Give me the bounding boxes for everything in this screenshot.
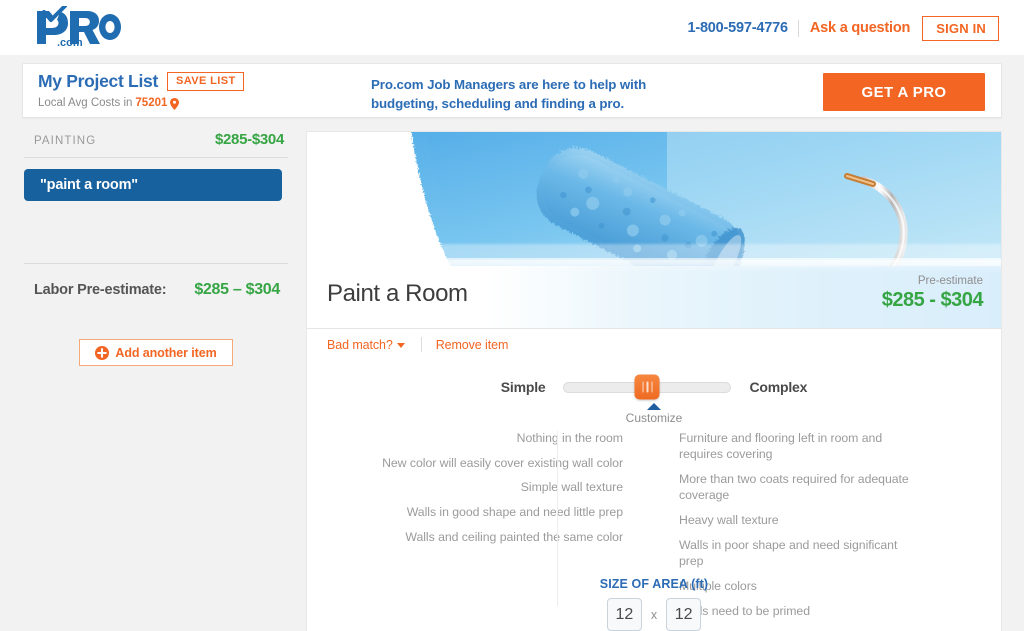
sidebar-item-paint-a-room[interactable]: "paint a room" [24, 169, 282, 201]
project-list-info: My Project List SAVE LIST Local Avg Cost… [38, 71, 244, 110]
complexity-slider-handle[interactable] [634, 374, 660, 400]
labor-pre-estimate-price: $285 – $304 [194, 281, 280, 298]
project-list-title: My Project List [38, 71, 158, 91]
action-divider [420, 337, 422, 352]
local-costs-note: Local Avg Costs in 75201 [38, 97, 244, 110]
save-list-button[interactable]: SAVE LIST [166, 72, 244, 91]
promo-line-2: budgeting, scheduling and finding a pro. [371, 95, 625, 111]
list-item: Heavy wall texture [679, 512, 779, 527]
bad-match-label: Bad match? [327, 337, 393, 352]
get-a-pro-button[interactable]: GET A PRO [823, 73, 985, 111]
grip-line-icon [651, 381, 653, 393]
grip-line-icon [642, 381, 644, 393]
local-costs-prefix: Local Avg Costs in [38, 97, 133, 109]
labor-pre-estimate-row: Labor Pre-estimate: $285 – $304 [22, 264, 290, 299]
plus-circle-icon [95, 345, 110, 360]
remove-item-button[interactable]: Remove item [436, 338, 509, 352]
phone-number[interactable]: 1-800-597-4776 [687, 20, 797, 36]
list-item: Simple wall texture [520, 480, 623, 495]
list-item: More than two coats required for adequat… [679, 471, 909, 502]
list-item: Nothing in the room [516, 431, 623, 445]
add-another-item-label: Add another item [115, 345, 217, 360]
pre-estimate-block: Pre-estimate $285 - $304 [881, 275, 984, 312]
caret-up-icon [647, 403, 661, 410]
project-list-bar: My Project List SAVE LIST Local Avg Cost… [22, 63, 1002, 118]
slider-label-simple: Simple [500, 379, 546, 395]
header-actions: 1-800-597-4776 Ask a question SIGN IN [687, 15, 999, 41]
area-width-input[interactable] [606, 598, 642, 631]
labor-pre-estimate-label: Labor Pre-estimate: [34, 282, 167, 298]
item-title-bar: Paint a Room Pre-estimate $285 - $304 [307, 260, 1001, 328]
customize-indicator[interactable]: Customize [307, 403, 1001, 429]
size-of-area-label: SIZE OF AREA (ft) [599, 577, 709, 591]
area-height-input[interactable] [666, 598, 702, 631]
sidebar-category-price: $285-$304 [214, 131, 284, 148]
sidebar-category-row: PAINTING $285-$304 [22, 131, 290, 157]
sidebar-category-label: PAINTING [34, 135, 97, 147]
hero-image [307, 132, 1001, 266]
svg-text:.com: .com [57, 37, 83, 48]
page-title: Paint a Room [327, 280, 468, 307]
pre-estimate-price: $285 - $304 [881, 289, 984, 311]
sidebar-divider-top [24, 157, 288, 158]
complexity-slider-track[interactable] [563, 374, 732, 400]
pre-estimate-label: Pre-estimate [917, 275, 983, 287]
site-header: .com 1-800-597-4776 Ask a question SIGN … [0, 0, 1024, 55]
item-detail-panel: Paint a Room Pre-estimate $285 - $304 Ba… [306, 131, 1002, 631]
sign-in-button[interactable]: SIGN IN [922, 15, 999, 41]
ask-a-question-link[interactable]: Ask a question [799, 20, 922, 36]
grip-line-icon [646, 381, 649, 393]
list-item: Walls in poor shape and need significant… [679, 538, 898, 568]
job-managers-promo: Pro.com Job Managers are here to help wi… [371, 76, 646, 114]
page-root: .com 1-800-597-4776 Ask a question SIGN … [0, 0, 1024, 631]
size-of-area-inputs: x [307, 598, 1001, 631]
add-another-item-button[interactable]: Add another item [79, 339, 233, 366]
slider-label-complex: Complex [749, 379, 808, 395]
zip-code[interactable]: 75201 [135, 97, 167, 109]
complexity-slider-row: Simple Complex [307, 372, 1001, 402]
chevron-down-icon [396, 342, 405, 348]
list-item: Furniture and flooring left in room and … [679, 431, 883, 461]
customize-label: Customize [625, 411, 683, 425]
list-item: New color will easily cover existing wal… [382, 455, 623, 470]
item-action-links: Bad match? Remove item [307, 328, 1001, 360]
bad-match-button[interactable]: Bad match? [327, 338, 405, 352]
map-pin-icon [170, 98, 180, 110]
project-sidebar: PAINTING $285-$304 "paint a room" Labor … [22, 131, 290, 366]
pro-com-logo[interactable]: .com [31, 6, 121, 48]
list-item: Walls and ceiling painted the same color [405, 529, 623, 544]
size-of-area-section: SIZE OF AREA (ft) x [307, 577, 1001, 631]
list-item: Walls in good shape and need little prep [406, 505, 623, 520]
promo-line-1: Pro.com Job Managers are here to help wi… [371, 77, 647, 92]
size-separator: x [650, 607, 658, 622]
